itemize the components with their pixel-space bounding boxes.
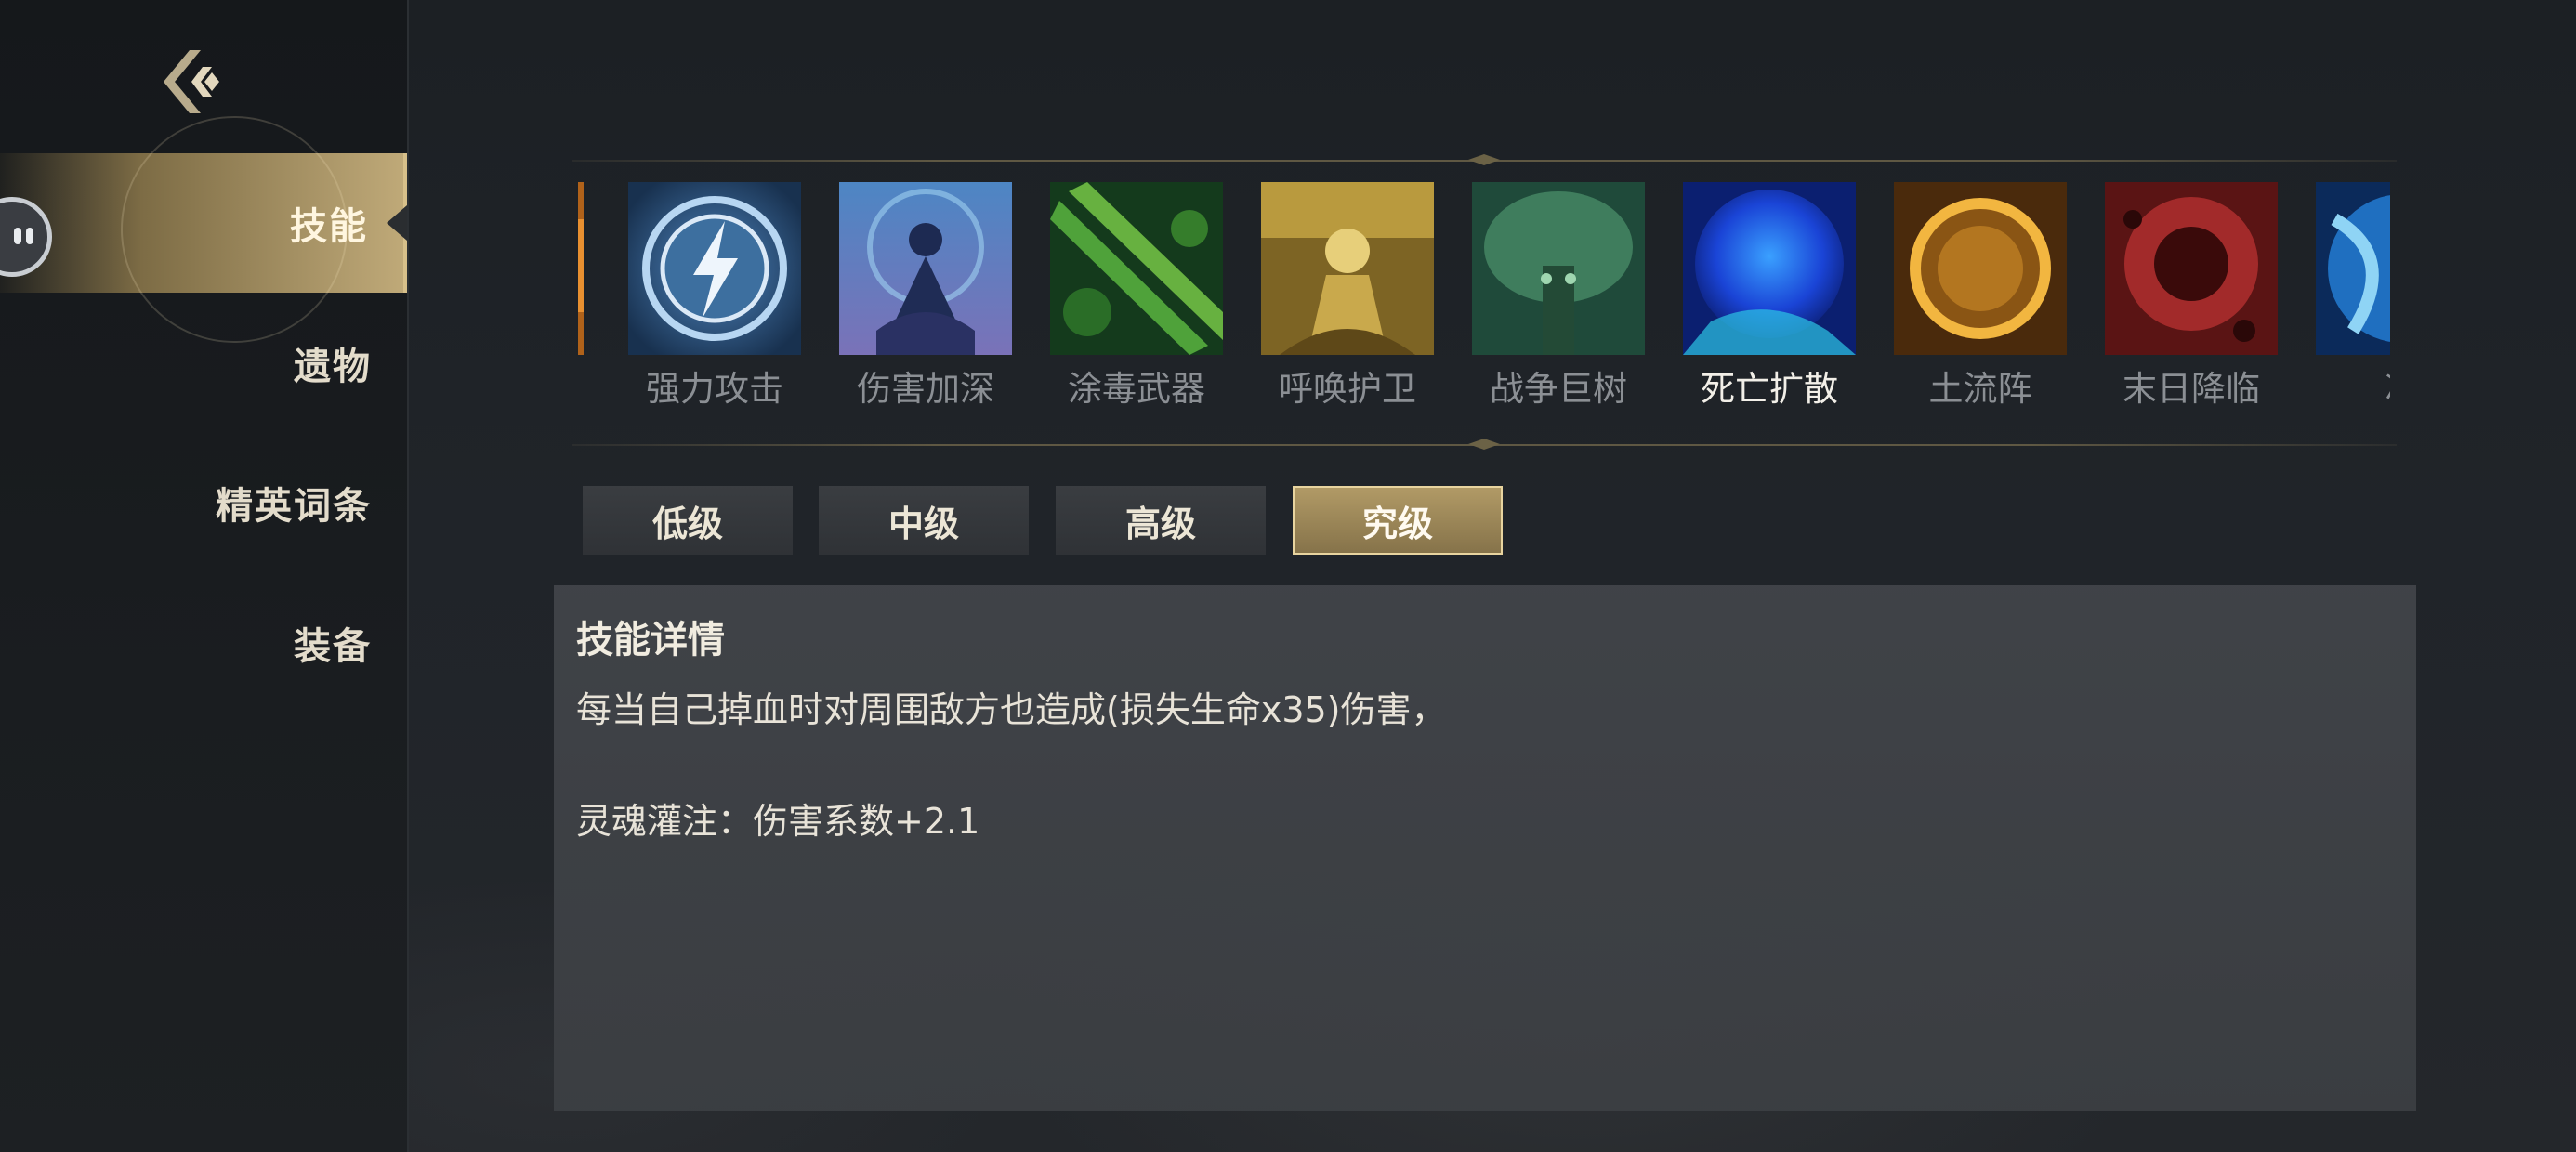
skill-item[interactable]: 涂毒武器 bbox=[1050, 182, 1223, 411]
tier-tab-label: 究级 bbox=[1361, 503, 1433, 544]
skill-item[interactable]: 伤害加深 bbox=[839, 182, 1012, 411]
sidebar-item-label: 装备 bbox=[294, 625, 372, 668]
sidebar-item-elite-affixes[interactable]: 精英词条 bbox=[0, 433, 407, 572]
sidebar-item-relics[interactable]: 遗物 bbox=[0, 294, 407, 433]
death-orb-icon bbox=[1683, 182, 1856, 355]
skill-item[interactable]: 呼唤护卫 bbox=[1261, 182, 1434, 411]
doom-orb-icon bbox=[2105, 182, 2278, 355]
tier-tab-high[interactable]: 高级 bbox=[1056, 486, 1266, 555]
detail-title: 技能详情 bbox=[576, 619, 725, 661]
tier-tab-label: 高级 bbox=[1124, 503, 1196, 544]
war-tree-icon bbox=[1472, 182, 1645, 355]
skill-name: 伤害加深 bbox=[857, 369, 994, 409]
sidebar: 技能 遗物 精英词条 装备 bbox=[0, 0, 409, 1152]
skill-name: 土流阵 bbox=[1928, 369, 2032, 409]
back-arrow-icon bbox=[164, 50, 219, 113]
fire-skill-icon bbox=[578, 182, 584, 355]
detail-spacer bbox=[576, 738, 2394, 793]
active-pointer-icon bbox=[387, 205, 407, 241]
lightning-orb-icon bbox=[628, 182, 801, 355]
earth-ring-icon bbox=[1894, 182, 2067, 355]
sidebar-item-label: 遗物 bbox=[294, 346, 372, 388]
skill-name: 死亡扩散 bbox=[1701, 369, 1838, 409]
poison-blade-icon bbox=[1050, 182, 1223, 355]
skill-carousel[interactable]: 强力攻击 伤害加深 涂毒武器 呼唤护卫 战争巨树 死亡扩散 土流阵 末日降临 bbox=[578, 182, 2390, 414]
sidebar-item-label: 精英词条 bbox=[216, 485, 372, 528]
skill-name: 涂毒武器 bbox=[1068, 369, 1205, 409]
skill-name: 冰 bbox=[2316, 360, 2391, 411]
skill-item[interactable]: 强力攻击 bbox=[628, 182, 801, 411]
sidebar-item-equipment[interactable]: 装备 bbox=[0, 573, 407, 713]
screen: 技能 遗物 精英词条 装备 强力攻击 伤害加深 涂毒武器 呼唤护卫 战争巨树 死… bbox=[0, 0, 2576, 1152]
skill-item[interactable]: 冰 bbox=[2316, 182, 2390, 411]
tier-tab-mid[interactable]: 中级 bbox=[819, 486, 1029, 555]
back-button[interactable] bbox=[158, 45, 232, 119]
tier-tab-ultimate[interactable]: 究级 bbox=[1293, 486, 1503, 555]
skill-name: 强力攻击 bbox=[646, 369, 783, 409]
skill-partial-previous[interactable] bbox=[578, 182, 584, 355]
tier-tab-label: 低级 bbox=[651, 503, 723, 544]
skill-name: 呼唤护卫 bbox=[1279, 369, 1416, 409]
skill-detail-panel: 技能详情 每当自己掉血时对周围敌方也造成(损失生命x35)伤害， 灵魂灌注：伤害… bbox=[554, 585, 2416, 1111]
golden-guardian-icon bbox=[1261, 182, 1434, 355]
ice-swirl-icon bbox=[2316, 182, 2390, 355]
skill-name: 末日降临 bbox=[2123, 369, 2260, 409]
skill-item[interactable]: 战争巨树 bbox=[1472, 182, 1645, 411]
skill-item-selected[interactable]: 死亡扩散 bbox=[1683, 182, 1856, 411]
skill-name: 战争巨树 bbox=[1490, 369, 1627, 409]
detail-bonus: 灵魂灌注：伤害系数+2.1 bbox=[576, 801, 980, 842]
meditating-figure-icon bbox=[839, 182, 1012, 355]
skill-item[interactable]: 土流阵 bbox=[1894, 182, 2067, 411]
detail-description: 每当自己掉血时对周围敌方也造成(损失生命x35)伤害， bbox=[576, 689, 1447, 730]
skill-item[interactable]: 末日降临 bbox=[2105, 182, 2278, 411]
tier-tab-label: 中级 bbox=[887, 503, 959, 544]
divider-ornament-icon bbox=[1468, 154, 1500, 165]
tier-tab-low[interactable]: 低级 bbox=[583, 486, 793, 555]
divider-ornament-icon bbox=[1468, 439, 1500, 450]
sidebar-item-skills[interactable]: 技能 bbox=[0, 116, 407, 343]
